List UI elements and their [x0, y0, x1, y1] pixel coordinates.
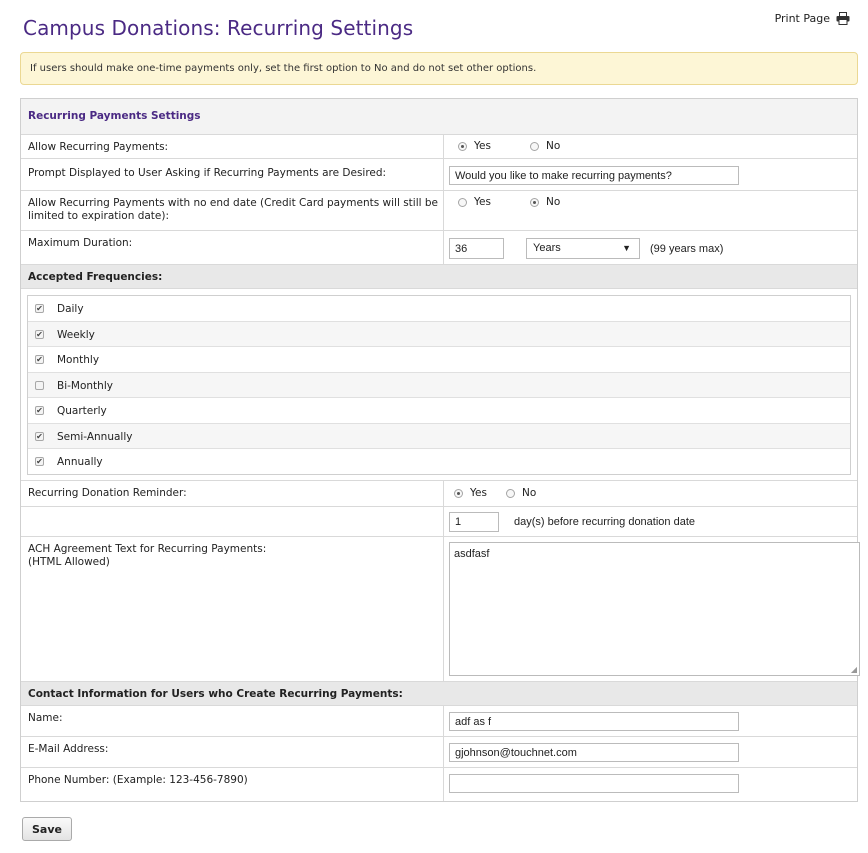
- reminder-yes-radio[interactable]: Yes: [454, 487, 487, 499]
- allow-recurring-yes-radio[interactable]: Yes: [458, 140, 491, 152]
- row-max-duration: Maximum Duration: Years ▼ (99 years max): [21, 231, 857, 265]
- ach-textarea[interactable]: asdfasf ◢: [449, 542, 860, 676]
- contact-title: Contact Information for Users who Create…: [28, 688, 403, 700]
- row-allow-recurring: Allow Recurring Payments: Yes No: [21, 135, 857, 159]
- row-ach-text: ACH Agreement Text for Recurring Payment…: [21, 537, 860, 682]
- row-contact-name: Name:: [21, 706, 857, 737]
- row-reminder: Recurring Donation Reminder: Yes No: [21, 481, 857, 507]
- info-notice: If users should make one-time payments o…: [20, 52, 858, 85]
- print-page-label: Print Page: [774, 12, 830, 25]
- dropdown-arrow-icon: ▼: [622, 243, 631, 253]
- radio-icon: [458, 141, 467, 151]
- email-label: E-Mail Address:: [28, 743, 109, 755]
- name-input[interactable]: [449, 712, 739, 731]
- max-duration-input[interactable]: [449, 238, 504, 259]
- save-button[interactable]: Save: [22, 817, 72, 841]
- radio-icon: [530, 197, 539, 207]
- allow-recurring-no-radio[interactable]: No: [530, 140, 560, 152]
- frequencies-body: [21, 289, 857, 481]
- resize-grip-icon[interactable]: ◢: [851, 665, 857, 674]
- settings-panel: Recurring Payments Settings Allow Recurr…: [20, 98, 860, 802]
- row-contact-email: E-Mail Address:: [21, 737, 857, 768]
- section-title: Recurring Payments Settings: [28, 110, 201, 122]
- max-duration-label: Maximum Duration:: [28, 237, 133, 249]
- frequencies-title: Accepted Frequencies:: [28, 271, 163, 283]
- row-reminder-days: day(s) before recurring donation date: [21, 507, 857, 537]
- row-contact-phone: Phone Number: (Example: 123-456-7890): [21, 768, 857, 801]
- printer-icon: [836, 12, 850, 25]
- no-end-date-no-radio[interactable]: No: [530, 196, 560, 208]
- reminder-days-suffix: day(s) before recurring donation date: [514, 516, 695, 528]
- radio-icon: [454, 488, 463, 498]
- duration-unit-select[interactable]: Years ▼: [526, 238, 640, 259]
- no-end-date-label: Allow Recurring Payments with no end dat…: [28, 197, 439, 222]
- no-end-date-yes-radio[interactable]: Yes: [458, 196, 491, 208]
- prompt-label: Prompt Displayed to User Asking if Recur…: [28, 167, 387, 179]
- phone-label: Phone Number: (Example: 123-456-7890): [28, 774, 248, 786]
- phone-input[interactable]: [449, 774, 739, 793]
- page-title: Campus Donations: Recurring Settings: [23, 16, 414, 40]
- reminder-no-radio[interactable]: No: [506, 487, 536, 499]
- prompt-input[interactable]: [449, 166, 739, 185]
- row-prompt: Prompt Displayed to User Asking if Recur…: [21, 159, 857, 191]
- contact-header: Contact Information for Users who Create…: [21, 682, 857, 706]
- radio-icon: [506, 488, 515, 498]
- allow-recurring-label: Allow Recurring Payments:: [28, 141, 169, 153]
- radio-icon: [458, 197, 467, 207]
- max-duration-hint: (99 years max): [650, 243, 724, 255]
- print-page-link[interactable]: Print Page: [775, 12, 850, 25]
- section-header: Recurring Payments Settings: [21, 99, 857, 135]
- frequencies-header: Accepted Frequencies:: [21, 265, 857, 289]
- reminder-label: Recurring Donation Reminder:: [28, 487, 187, 499]
- email-input[interactable]: [449, 743, 739, 762]
- radio-icon: [530, 141, 539, 151]
- name-label: Name:: [28, 712, 63, 724]
- reminder-days-input[interactable]: [449, 512, 499, 532]
- ach-label: ACH Agreement Text for Recurring Payment…: [28, 543, 267, 568]
- row-no-end-date: Allow Recurring Payments with no end dat…: [21, 191, 857, 231]
